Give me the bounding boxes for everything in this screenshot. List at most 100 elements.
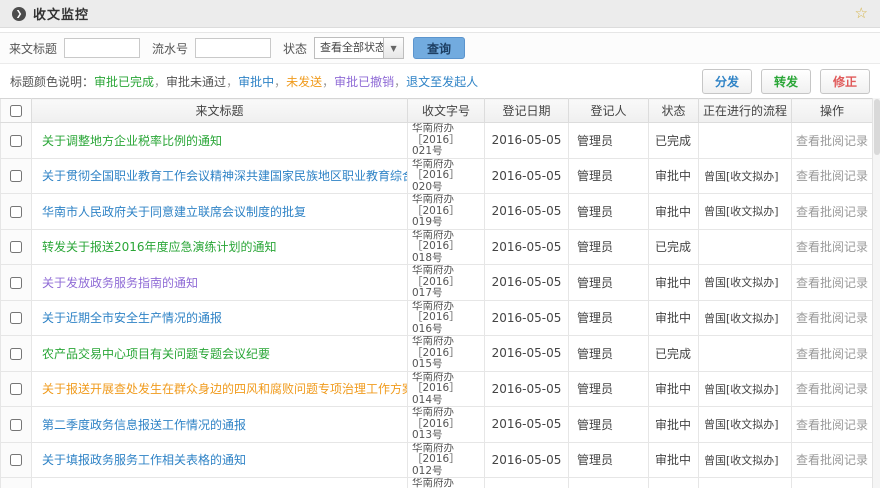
query-button[interactable]: 查询: [413, 37, 465, 59]
view-approval-record-link[interactable]: 查看批阅记录: [796, 205, 868, 219]
view-approval-record-link[interactable]: 查看批阅记录: [796, 276, 868, 290]
title-search-input[interactable]: [64, 38, 140, 58]
doc-title-cell: 关于华南市国资委监管企业大额资金借贷，使用专项检查方案的通知: [32, 478, 408, 488]
doc-title-link[interactable]: 关于贯彻全国职业教育工作会议精神深共建国家民族地区职业教育综合...的通知: [42, 169, 408, 183]
column-header-2: 登记日期: [485, 99, 569, 123]
forward-button[interactable]: 转发: [761, 69, 811, 94]
incoming-doc-monitor-page: ❯ 收文监控 ☆ 来文标题 流水号 状态 查看全部状态 ▼ 查询 标题颜色说明：…: [0, 0, 880, 488]
doc-number-cell: 华南府办［2016］ 018号: [408, 229, 485, 265]
view-approval-record-link[interactable]: 查看批阅记录: [796, 134, 868, 148]
doc-title-link[interactable]: 华南市人民政府关于同意建立联席会议制度的批复: [42, 205, 306, 219]
row-checkbox[interactable]: [10, 383, 22, 395]
status-cell: 审批中: [649, 371, 699, 407]
doc-number-prefix: 华南府办［2016］: [412, 265, 484, 288]
doc-title-link[interactable]: 关于发放政务服务指南的通知: [42, 276, 198, 290]
current-flow-cell: [699, 336, 792, 372]
doc-number-num: 018号: [412, 253, 484, 265]
view-approval-record-link[interactable]: 查看批阅记录: [796, 347, 868, 361]
row-select-cell: [1, 371, 32, 407]
doc-number-prefix: 华南府办［2016］: [412, 336, 484, 359]
row-checkbox[interactable]: [10, 170, 22, 182]
doc-title-cell: 关于贯彻全国职业教育工作会议精神深共建国家民族地区职业教育综合...的通知: [32, 158, 408, 194]
status-cell: 已完成: [649, 336, 699, 372]
doc-title-link[interactable]: 转发关于报送2016年度应急演练计划的通知: [42, 240, 277, 254]
row-checkbox[interactable]: [10, 277, 22, 289]
documents-table-wrap: 来文标题收文字号登记日期登记人状态正在进行的流程操作 关于调整地方企业税率比例的…: [0, 98, 880, 488]
table-row: 关于调整地方企业税率比例的通知 华南府办［2016］ 021号 2016-05-…: [1, 123, 873, 159]
doc-title-link[interactable]: 关于近期全市安全生产情况的通报: [42, 311, 222, 325]
serial-search-input[interactable]: [195, 38, 271, 58]
dropdown-arrow-icon[interactable]: ▼: [384, 37, 404, 59]
doc-number-num: 017号: [412, 288, 484, 300]
row-select-cell: [1, 158, 32, 194]
scrollbar-thumb[interactable]: [874, 99, 880, 155]
doc-number-cell: 华南府办［2016］ 011号: [408, 478, 485, 488]
view-approval-record-link[interactable]: 查看批阅记录: [796, 453, 868, 467]
action-cell: 查看批阅记录: [792, 265, 873, 301]
status-field-label: 状态: [283, 40, 307, 57]
row-checkbox[interactable]: [10, 135, 22, 147]
current-flow-cell: 曾国[收文拟办]: [699, 194, 792, 230]
row-checkbox[interactable]: [10, 348, 22, 360]
row-checkbox[interactable]: [10, 206, 22, 218]
revise-button[interactable]: 修正: [820, 69, 870, 94]
view-approval-record-link[interactable]: 查看批阅记录: [796, 169, 868, 183]
doc-number-prefix: 华南府办［2016］: [412, 478, 484, 488]
select-all-checkbox[interactable]: [10, 105, 22, 117]
doc-number-num: 021号: [412, 146, 484, 158]
view-approval-record-link[interactable]: 查看批阅记录: [796, 240, 868, 254]
documents-table: 来文标题收文字号登记日期登记人状态正在进行的流程操作 关于调整地方企业税率比例的…: [0, 98, 873, 488]
row-select-cell: [1, 265, 32, 301]
column-header-5: 正在进行的流程: [699, 99, 792, 123]
view-approval-record-link[interactable]: 查看批阅记录: [796, 382, 868, 396]
doc-title-link[interactable]: 关于填报政务服务工作相关表格的通知: [42, 453, 246, 467]
title-bar: ❯ 收文监控 ☆: [0, 0, 880, 28]
row-checkbox[interactable]: [10, 312, 22, 324]
action-cell: 查看批阅记录: [792, 336, 873, 372]
status-cell: 审批中: [649, 300, 699, 336]
registrar-cell: 管理员: [569, 300, 649, 336]
register-date-cell: 2016-05-04: [485, 478, 569, 488]
row-checkbox[interactable]: [10, 241, 22, 253]
row-checkbox[interactable]: [10, 419, 22, 431]
column-header-6: 操作: [792, 99, 873, 123]
legend-separator: ，: [322, 75, 334, 89]
chevron-circle-icon: ❯: [12, 7, 26, 21]
table-row: 关于发放政务服务指南的通知 华南府办［2016］ 017号 2016-05-05…: [1, 265, 873, 301]
table-row: 转发关于报送2016年度应急演练计划的通知 华南府办［2016］ 018号 20…: [1, 229, 873, 265]
legend-prefix: 标题颜色说明：: [10, 75, 94, 89]
registrar-cell: 管理员: [569, 371, 649, 407]
status-select-value[interactable]: 查看全部状态: [314, 37, 384, 59]
view-approval-record-link[interactable]: 查看批阅记录: [796, 311, 868, 325]
registrar-cell: 管理员: [569, 478, 649, 488]
doc-number-cell: 华南府办［2016］ 015号: [408, 336, 485, 372]
status-select[interactable]: 查看全部状态 ▼: [314, 37, 404, 59]
doc-title-link[interactable]: 农产品交易中心项目有关问题专题会议纪要: [42, 347, 270, 361]
registrar-cell: 管理员: [569, 158, 649, 194]
table-row: 农产品交易中心项目有关问题专题会议纪要 华南府办［2016］ 015号 2016…: [1, 336, 873, 372]
action-cell: 查看批阅记录: [792, 123, 873, 159]
favorite-star-icon[interactable]: ☆: [855, 6, 868, 21]
legend-separator: ，: [274, 75, 286, 89]
doc-title-link[interactable]: 关于报送开展查处发生在群众身边的四风和腐败问题专项治理工作方案通知: [42, 382, 408, 396]
column-header-3: 登记人: [569, 99, 649, 123]
row-select-cell: [1, 442, 32, 478]
doc-title-cell: 农产品交易中心项目有关问题专题会议纪要: [32, 336, 408, 372]
doc-title-link[interactable]: 关于调整地方企业税率比例的通知: [42, 134, 222, 148]
page-title: 收文监控: [33, 4, 89, 23]
row-checkbox[interactable]: [10, 454, 22, 466]
action-cell: 查看批阅记录: [792, 442, 873, 478]
view-approval-record-link[interactable]: 查看批阅记录: [796, 418, 868, 432]
registrar-cell: 管理员: [569, 229, 649, 265]
registrar-cell: 管理员: [569, 123, 649, 159]
current-flow-cell: 曾国[收文拟办]: [699, 158, 792, 194]
legend-item: 审批已完成: [94, 75, 154, 89]
doc-title-link[interactable]: 第二季度政务信息报送工作情况的通报: [42, 418, 246, 432]
action-cell: 查看批阅记录: [792, 300, 873, 336]
register-date-cell: 2016-05-05: [485, 158, 569, 194]
doc-title-cell: 华南市人民政府关于同意建立联席会议制度的批复: [32, 194, 408, 230]
doc-title-cell: 转发关于报送2016年度应急演练计划的通知: [32, 229, 408, 265]
vertical-scrollbar[interactable]: [872, 98, 880, 488]
distribute-button[interactable]: 分发: [702, 69, 752, 94]
doc-number-cell: 华南府办［2016］ 017号: [408, 265, 485, 301]
